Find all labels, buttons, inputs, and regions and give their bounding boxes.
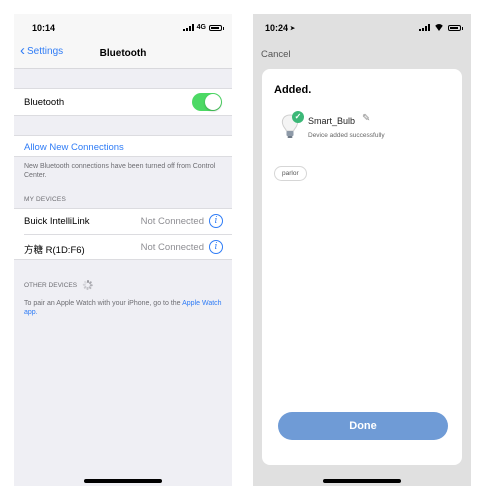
status-indicators xyxy=(419,24,463,31)
pencil-edit-icon[interactable]: ✎ xyxy=(362,113,370,124)
other-devices-header: OTHER DEVICES xyxy=(24,280,93,290)
info-icon[interactable]: i xyxy=(209,240,223,254)
allow-new-connections-row[interactable]: Allow New Connections xyxy=(14,135,232,157)
apple-watch-note: To pair an Apple Watch with your iPhone,… xyxy=(24,299,229,317)
device-row-buick[interactable]: Buick IntelliLink Not Connected i xyxy=(14,209,232,234)
room-chip-parlor[interactable]: parlor xyxy=(274,166,307,181)
my-devices-list: Buick IntelliLink Not Connected i 方糖 R(1… xyxy=(14,208,232,260)
info-icon[interactable]: i xyxy=(209,214,223,228)
signal-icon xyxy=(182,24,194,31)
device-name: Buick IntelliLink xyxy=(24,216,90,227)
location-arrow-icon: ➤ xyxy=(290,25,296,32)
device-added-screen: 10:24 ➤ Cancel Added. ✓ Smart_Bulb ✎ Dev… xyxy=(253,14,471,486)
battery-icon xyxy=(209,24,224,31)
status-time: 10:14 xyxy=(32,23,56,33)
bluetooth-settings-screen: 10:14 4G ‹ Settings Bluetooth Bluetooth … xyxy=(14,14,232,486)
allow-connections-note: New Bluetooth connections have been turn… xyxy=(24,163,216,179)
cancel-button[interactable]: Cancel xyxy=(261,49,291,60)
status-time-group: 10:24 ➤ xyxy=(265,23,295,33)
loading-spinner-icon xyxy=(82,280,93,290)
battery-icon xyxy=(448,24,463,31)
device-status: Device added successfully xyxy=(308,132,385,139)
signal-icon xyxy=(419,24,430,31)
device-name: Smart_Bulb xyxy=(308,116,356,126)
network-type: 4G xyxy=(196,24,206,31)
watch-note-text: To pair an Apple Watch with your iPhone,… xyxy=(24,300,181,307)
my-devices-header: MY DEVICES xyxy=(24,196,66,203)
wifi-icon xyxy=(434,24,444,31)
other-devices-label: OTHER DEVICES xyxy=(24,281,78,289)
allow-new-connections-label: Allow New Connections xyxy=(24,142,124,153)
done-button[interactable]: Done xyxy=(278,412,448,440)
home-indicator xyxy=(84,479,162,483)
home-indicator xyxy=(323,479,401,483)
card-title: Added. xyxy=(274,84,312,96)
status-time: 10:24 xyxy=(265,23,289,33)
bluetooth-label: Bluetooth xyxy=(24,97,65,108)
page-title: Bluetooth xyxy=(99,48,147,59)
bluetooth-toggle[interactable] xyxy=(192,93,222,111)
device-name: 方糖 R(1D:F6) xyxy=(24,245,85,256)
device-status: Not Connected xyxy=(140,242,204,253)
status-indicators: 4G xyxy=(182,24,224,31)
bluetooth-row: Bluetooth xyxy=(14,88,232,116)
checkmark-icon: ✓ xyxy=(292,111,304,123)
device-status: Not Connected xyxy=(140,216,204,227)
navigation-bar: 10:14 4G ‹ Settings Bluetooth xyxy=(14,14,232,69)
device-row-fangtang[interactable]: 方糖 R(1D:F6) Not Connected i xyxy=(24,234,232,259)
added-card: Added. ✓ Smart_Bulb ✎ Device added succe… xyxy=(262,69,462,465)
